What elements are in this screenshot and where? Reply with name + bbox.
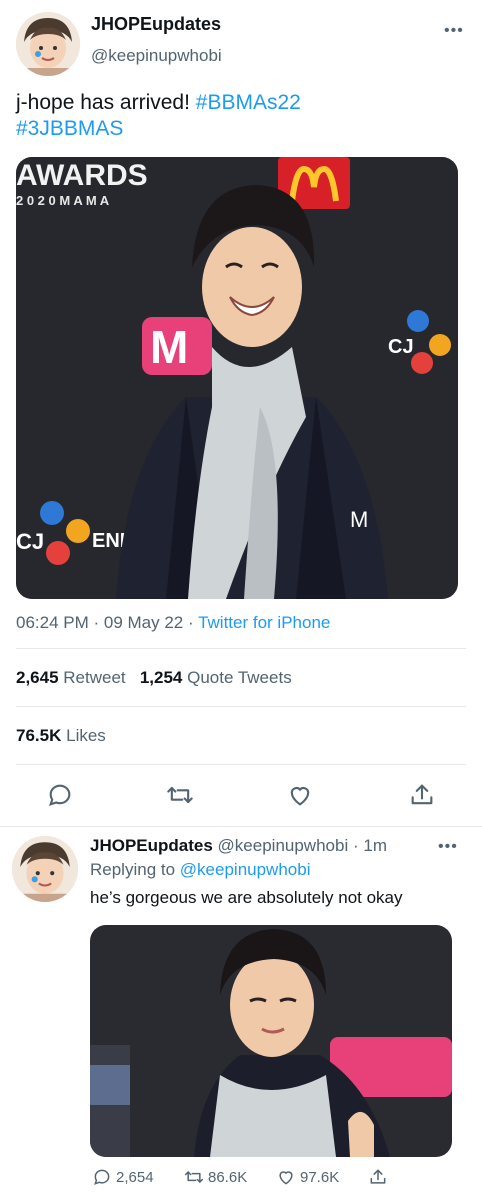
reply-replies[interactable]: 2,654 [92, 1165, 154, 1189]
tweet-time: 06:24 PM [16, 613, 89, 632]
tweet-photo[interactable]: AWARDS 2 0 2 0 M A M A M CJ CJ ENM M [16, 157, 458, 599]
reply-icon[interactable] [46, 781, 74, 809]
backdrop-m-right: M [350, 507, 368, 532]
reply-likes-count: 97.6K [300, 1168, 340, 1186]
reply-retweets-count: 86.6K [208, 1168, 248, 1186]
tweet-date[interactable]: 09 May 22 [104, 613, 183, 632]
likes-count: 76.5K [16, 726, 62, 745]
reply-replies-count: 2,654 [116, 1168, 154, 1186]
reply-more-icon[interactable]: ••• [438, 838, 458, 856]
reply-likes[interactable]: 97.6K [276, 1165, 339, 1189]
backdrop-m: M [150, 321, 188, 373]
divider [16, 706, 466, 707]
likes-stats[interactable]: 76.5K Likes [16, 726, 106, 746]
share-icon[interactable] [408, 781, 436, 809]
author-name[interactable]: JHOPEupdates [91, 14, 221, 35]
backdrop-cj-left: CJ [16, 529, 44, 554]
reply-age[interactable]: 1m [363, 836, 387, 855]
backdrop-cj-right: CJ [388, 336, 414, 358]
retweet-icon[interactable] [166, 781, 194, 809]
share-icon [370, 1169, 386, 1184]
retweets-count: 2,645 [16, 668, 59, 687]
reply-header: JHOPEupdates @keepinupwhobi · 1m [90, 836, 387, 855]
like-icon[interactable] [286, 781, 314, 809]
likes-label: Likes [66, 726, 106, 745]
quotes-label: Quote Tweets [187, 668, 292, 687]
retweets-label: Retweet [63, 668, 126, 687]
divider [0, 826, 482, 827]
reply-text: he’s gorgeous we are absolutely not okay [90, 888, 403, 907]
tweet-text-plain: j-hope has arrived! [16, 91, 196, 114]
divider [16, 648, 466, 649]
reply-retweets[interactable]: 86.6K [184, 1165, 247, 1189]
reply-author-handle[interactable]: @keepinupwhobi [218, 836, 349, 855]
backdrop-mama: 2 0 2 0 M A M A [16, 193, 110, 208]
author-avatar[interactable] [16, 12, 80, 76]
replying-to: Replying to @keepinupwhobi [90, 860, 310, 880]
quotes-count: 1,254 [139, 668, 183, 687]
divider [16, 764, 466, 765]
retweet-stats[interactable]: 2,645 Retweet 1,254 Quote Tweets [16, 668, 292, 688]
backdrop-awards: AWARDS [16, 159, 148, 192]
retweet-icon [184, 1171, 204, 1183]
reply-author-name[interactable]: JHOPEupdates [90, 836, 213, 855]
tweet-source[interactable]: Twitter for iPhone [198, 613, 330, 632]
replying-to-handle[interactable]: @keepinupwhobi [180, 860, 311, 879]
reply-author-avatar[interactable] [12, 836, 78, 902]
reply-icon [94, 1169, 110, 1185]
reply-share[interactable] [368, 1165, 392, 1189]
tweet-text: j-hope has arrived! #BBMAs22 #3JBBMAS [16, 90, 456, 142]
author-handle[interactable]: @keepinupwhobi [91, 46, 222, 66]
more-icon[interactable]: ••• [444, 22, 464, 40]
reply-photo[interactable] [90, 925, 452, 1157]
replying-to-label: Replying to [90, 860, 176, 879]
hashtag-bbmas22[interactable]: #BBMAs22 [196, 91, 301, 114]
like-icon [279, 1171, 293, 1185]
hashtag-3jbbmas[interactable]: #3JBBMAS [16, 117, 123, 140]
tweet-meta: 06:24 PM · 09 May 22 · Twitter for iPhon… [16, 613, 331, 632]
